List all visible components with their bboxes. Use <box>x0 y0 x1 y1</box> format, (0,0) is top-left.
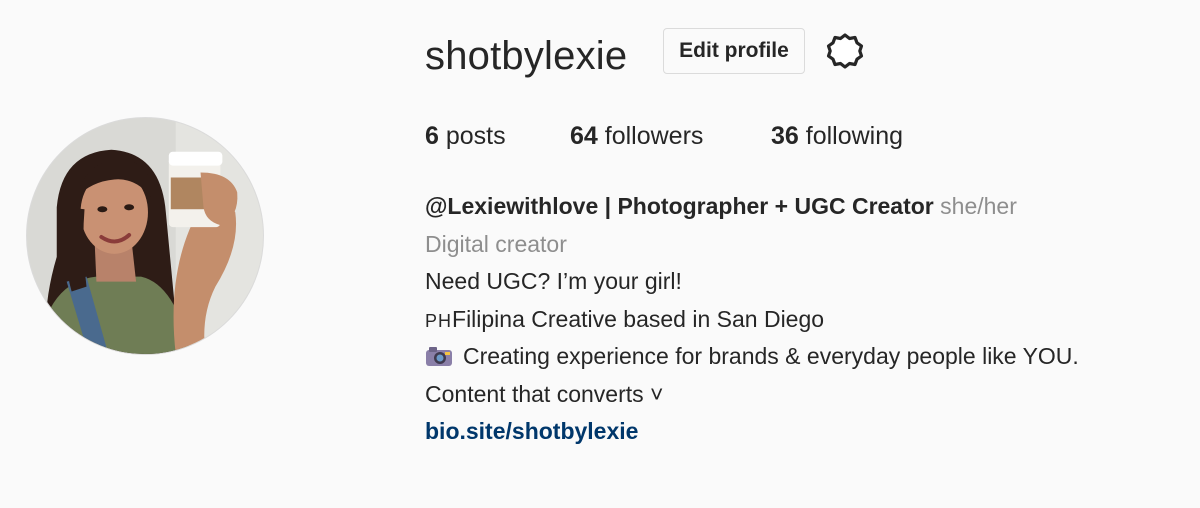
following-stat[interactable]: 36 following <box>771 118 903 154</box>
following-count: 36 <box>771 122 799 150</box>
bio-name-line: @Lexiewithlove | Photographer + UGC Crea… <box>425 188 1185 226</box>
followers-label: followers <box>604 122 704 150</box>
followers-count: 64 <box>570 122 598 150</box>
profile-header: shotbylexie Edit profile 6 posts 64 foll… <box>0 0 1200 508</box>
gear-icon <box>826 32 864 70</box>
following-label: following <box>805 122 904 150</box>
settings-button[interactable] <box>826 32 864 70</box>
posts-count: 6 <box>425 122 439 150</box>
edit-profile-button[interactable]: Edit profile <box>663 28 805 74</box>
bio-line-3-text: Creating experience for brands & everyda… <box>463 343 1079 369</box>
profile-avatar[interactable] <box>26 117 264 355</box>
posts-label: posts <box>445 122 506 150</box>
posts-stat: 6 posts <box>425 118 506 154</box>
bio-link[interactable]: bio.site/shotbylexie <box>425 418 638 444</box>
bio-link-line: bio.site/shotbylexie <box>425 413 1185 451</box>
bio-line-4: Content that converts ˅ <box>425 380 664 407</box>
followers-stat[interactable]: 64 followers <box>570 118 703 154</box>
camera-icon <box>425 345 453 367</box>
full-name: @Lexiewithlove | Photographer + UGC Crea… <box>425 193 934 219</box>
bio-line-1: Need UGC? I’m your girl! <box>425 268 682 294</box>
bio-line-2-text: Filipina Creative based in San Diego <box>452 305 825 332</box>
pronouns: she/her <box>940 193 1017 219</box>
flag-text: PH <box>425 310 453 331</box>
category-label: Digital creator <box>425 230 567 257</box>
username-heading: shotbylexie <box>425 34 628 78</box>
bio-line-3: Creating experience for brands & everyda… <box>425 338 1185 376</box>
profile-photo <box>27 118 263 354</box>
profile-bio: @Lexiewithlove | Photographer + UGC Crea… <box>425 188 1185 451</box>
bio-line-2: PHFilipina Creative based in San Diego <box>425 301 1185 339</box>
